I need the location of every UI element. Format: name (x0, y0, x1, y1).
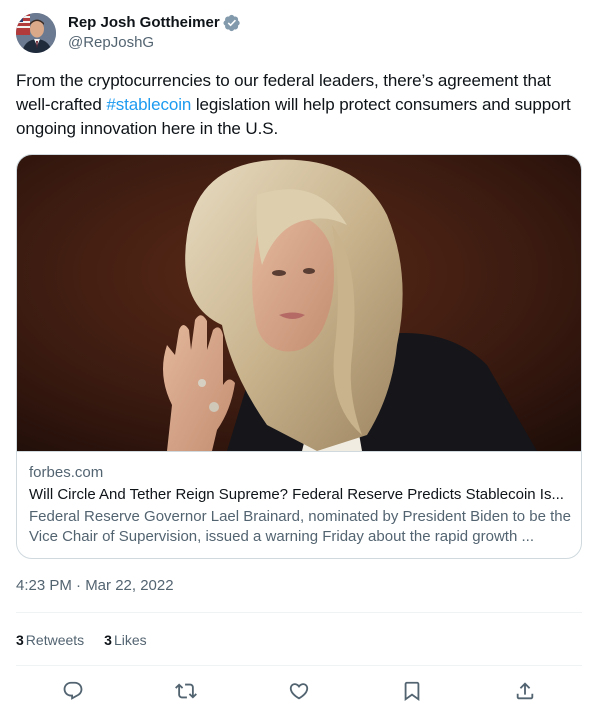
retweets-label: Retweets (25, 632, 85, 648)
bookmark-icon (404, 681, 420, 702)
divider (16, 612, 582, 613)
avatar[interactable] (16, 13, 56, 53)
card-meta[interactable]: forbes.com Will Circle And Tether Reign … (17, 451, 581, 558)
action-bar (16, 676, 582, 706)
retweets-count: 3 (16, 632, 24, 648)
share-button[interactable] (508, 676, 542, 706)
likes-stat[interactable]: 3 Likes (104, 632, 146, 648)
tweet-header: Rep Josh Gottheimer @RepJoshG (16, 12, 241, 54)
card-domain: forbes.com (29, 464, 104, 481)
retweet-button[interactable] (169, 676, 203, 706)
reply-icon (63, 681, 82, 700)
author-display-name[interactable]: Rep Josh Gottheimer (68, 13, 220, 33)
card-title: Will Circle And Tether Reign Supreme? Fe… (29, 486, 564, 503)
hashtag-link[interactable]: #stablecoin (106, 95, 191, 114)
likes-count: 3 (104, 632, 112, 648)
retweet-icon (174, 683, 197, 699)
bookmark-button[interactable] (395, 676, 429, 706)
likes-label: Likes (113, 632, 147, 648)
like-icon (289, 683, 309, 700)
author-handle[interactable]: @RepJoshG (68, 33, 241, 53)
divider (16, 665, 582, 666)
card-image[interactable] (17, 155, 581, 451)
card-description: Federal Reserve Governor Lael Brainard, … (29, 508, 571, 545)
retweets-stat[interactable]: 3 Retweets (16, 632, 84, 648)
link-preview-card[interactable]: forbes.com Will Circle And Tether Reign … (16, 154, 582, 559)
author-info: Rep Josh Gottheimer @RepJoshG (68, 13, 241, 53)
reply-button[interactable] (56, 676, 90, 706)
share-icon (517, 682, 534, 700)
tweet-stats: 3 Retweets 3 Likes (16, 628, 167, 652)
tweet-text: From the cryptocurrencies to our federal… (16, 69, 582, 141)
verified-badge-icon (223, 14, 241, 32)
tweet-timestamp[interactable]: 4:23 PM · Mar 22, 2022 (16, 576, 174, 596)
like-button[interactable] (282, 676, 316, 706)
